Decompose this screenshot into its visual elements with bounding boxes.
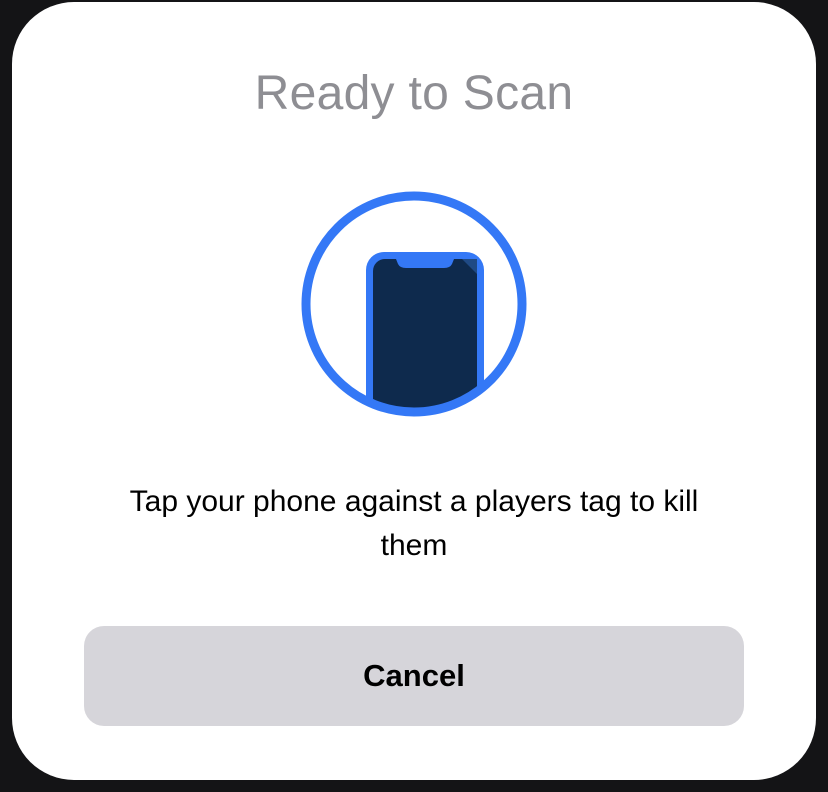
sheet-title: Ready to Scan	[254, 67, 574, 120]
nfc-scan-sheet: Ready to Scan Tap your phone against a p…	[12, 2, 816, 780]
cancel-button[interactable]: Cancel	[84, 626, 744, 726]
phone-nfc-scan-icon	[298, 188, 530, 420]
scan-instruction-text: Tap your phone against a players tag to …	[129, 485, 699, 562]
